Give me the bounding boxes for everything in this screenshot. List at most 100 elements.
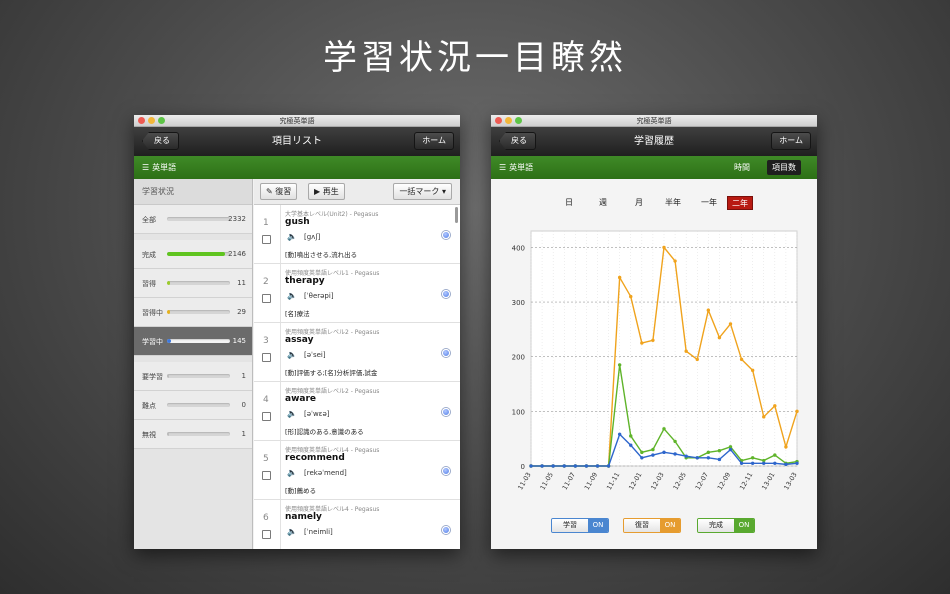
list-item[interactable]: 6 使用頻度英単語レベル4 - Pegasus namely 🔈 [ˈneimli] xyxy=(254,500,460,549)
progress-bar xyxy=(167,217,230,221)
status-dot-icon[interactable] xyxy=(442,349,450,357)
data-point xyxy=(662,427,666,431)
data-point xyxy=(551,464,555,468)
list-scrollbar[interactable] xyxy=(455,207,458,223)
item-checkbox[interactable] xyxy=(262,353,271,362)
nav-title: 学習履歴 xyxy=(634,136,674,147)
divider xyxy=(280,205,281,263)
sidebar-item-label: 無視 xyxy=(142,431,156,439)
speaker-icon[interactable]: 🔈 xyxy=(287,468,297,477)
speaker-icon[interactable]: 🔈 xyxy=(287,232,297,241)
close-window-icon[interactable] xyxy=(495,117,502,124)
x-tick-label: 12-11 xyxy=(738,471,754,491)
status-dot-icon[interactable] xyxy=(442,526,450,534)
item-number: 6 xyxy=(263,513,269,523)
range-tab-3[interactable]: 半年 xyxy=(661,196,685,210)
sidebar-item-7[interactable]: 無視 1 xyxy=(134,420,252,449)
list-item[interactable]: 5 使用頻度英単語レベル4 - Pegasus recommend 🔈 [rekəˈme… xyxy=(254,441,460,500)
speaker-icon[interactable]: 🔈 xyxy=(287,409,297,418)
home-button[interactable]: ホーム xyxy=(771,132,811,150)
list-item[interactable]: 3 使用頻度英単語レベル2 - Pegasus assay 🔈 [əˈsei] [動]評価… xyxy=(254,323,460,382)
sidebar-item-2[interactable]: 習得 11 xyxy=(134,269,252,298)
status-dot-icon[interactable] xyxy=(442,467,450,475)
data-point xyxy=(706,450,711,455)
data-point xyxy=(728,322,733,326)
bulk-mark-dropdown[interactable]: 一括マーク ▾ xyxy=(393,183,452,200)
sidebar-item-3[interactable]: 習得中 29 xyxy=(134,298,252,327)
back-button[interactable]: 戻る xyxy=(499,132,536,150)
window-title: 究極英単語 xyxy=(636,117,672,125)
pencil-icon: ✎ xyxy=(266,187,273,196)
divider xyxy=(280,500,281,549)
item-checkbox[interactable] xyxy=(262,235,271,244)
nav-bar: 戻る 項目リスト ホーム xyxy=(134,127,460,156)
status-dot-icon[interactable] xyxy=(442,231,450,239)
speaker-icon[interactable]: 🔈 xyxy=(287,291,297,300)
item-word: assay xyxy=(285,335,314,345)
minimize-window-icon[interactable] xyxy=(505,117,512,124)
status-dot-icon[interactable] xyxy=(442,290,450,298)
list-item[interactable]: 2 使用頻度英単語レベル1 - Pegasus therapy 🔈 [ˈθerəpi][… xyxy=(254,264,460,323)
data-point xyxy=(773,453,777,457)
progress-fill xyxy=(167,281,171,285)
speaker-icon[interactable]: 🔈 xyxy=(287,350,297,359)
category-header[interactable]: ☰ 英単語 xyxy=(134,156,460,179)
sidebar-item-label: 全部 xyxy=(142,216,156,224)
close-window-icon[interactable] xyxy=(138,117,145,124)
segment-item-count[interactable]: 項目数 xyxy=(767,160,801,175)
segment-time[interactable]: 時間 xyxy=(729,160,755,175)
toggle-label: 復習 xyxy=(624,519,660,532)
item-checkbox[interactable] xyxy=(262,294,271,303)
range-tab-5[interactable]: 二年 xyxy=(727,196,753,210)
status-dot-icon[interactable] xyxy=(442,408,450,416)
nav-title: 項目リスト xyxy=(272,136,322,147)
category-header[interactable]: ☰ 英単語 時間 項目数 xyxy=(491,156,817,179)
y-tick-label: 400 xyxy=(512,244,525,252)
data-point xyxy=(662,245,666,250)
review-button[interactable]: ✎ 復習 xyxy=(260,183,298,200)
series-toggle-2[interactable]: 完成 ON xyxy=(697,518,755,533)
item-pronunciation: [rekəˈmend] xyxy=(304,469,347,477)
sidebar-item-6[interactable]: 難点 0 xyxy=(134,391,252,420)
series-toggle-0[interactable]: 学習 ON xyxy=(551,518,609,533)
x-tick-label: 11-09 xyxy=(583,471,599,491)
speaker-icon[interactable]: 🔈 xyxy=(287,527,297,536)
x-tick-label: 12-09 xyxy=(716,471,732,491)
sidebar-item-count: 2332 xyxy=(228,215,246,223)
range-tab-0[interactable]: 日 xyxy=(561,196,577,210)
back-button[interactable]: 戻る xyxy=(142,132,179,150)
data-point xyxy=(617,432,622,437)
minimize-window-icon[interactable] xyxy=(148,117,155,124)
data-point xyxy=(673,259,677,263)
range-tab-2[interactable]: 月 xyxy=(631,196,647,210)
range-tab-1[interactable]: 週 xyxy=(595,196,611,210)
sidebar-item-1[interactable]: 完成 2146 xyxy=(134,240,252,269)
item-meaning: [動]噴出させる,流れ出る xyxy=(285,251,358,259)
window-title: 究極英単語 xyxy=(279,117,315,125)
item-checkbox[interactable] xyxy=(262,412,271,421)
sidebar-item-4[interactable]: 学習中 145 xyxy=(134,327,252,356)
list-item[interactable]: 1 大学基本レベル(Unit2) - Pegasus gush 🔈 [gʌʃ] [動]噴出… xyxy=(254,205,460,264)
sidebar-item-0[interactable]: 全部 2332 xyxy=(134,205,252,234)
progress-fill xyxy=(167,374,169,378)
menu-icon[interactable]: ☰ xyxy=(142,156,149,179)
range-tab-4[interactable]: 一年 xyxy=(697,196,721,210)
sidebar-item-5[interactable]: 要学習 1 xyxy=(134,362,252,391)
data-point xyxy=(629,294,633,299)
zoom-window-icon[interactable] xyxy=(158,117,165,124)
data-point xyxy=(795,409,799,414)
menu-icon[interactable]: ☰ xyxy=(499,156,506,179)
item-checkbox[interactable] xyxy=(262,471,271,480)
series-toggle-1[interactable]: 復習 ON xyxy=(623,518,681,533)
item-word: therapy xyxy=(285,276,325,286)
data-point xyxy=(629,443,633,447)
item-checkbox[interactable] xyxy=(262,530,271,539)
toggle-state: ON xyxy=(660,519,680,532)
zoom-window-icon[interactable] xyxy=(515,117,522,124)
play-button[interactable]: ▶ 再生 xyxy=(308,183,345,200)
list-item[interactable]: 4 使用頻度英単語レベル2 - Pegasus aware 🔈 [əˈwɛə] [形]認識… xyxy=(254,382,460,441)
item-meaning: [形]認識のある,意識のある xyxy=(285,428,364,436)
data-point xyxy=(762,415,766,419)
home-button[interactable]: ホーム xyxy=(414,132,454,150)
sidebar-item-count: 0 xyxy=(241,401,246,409)
